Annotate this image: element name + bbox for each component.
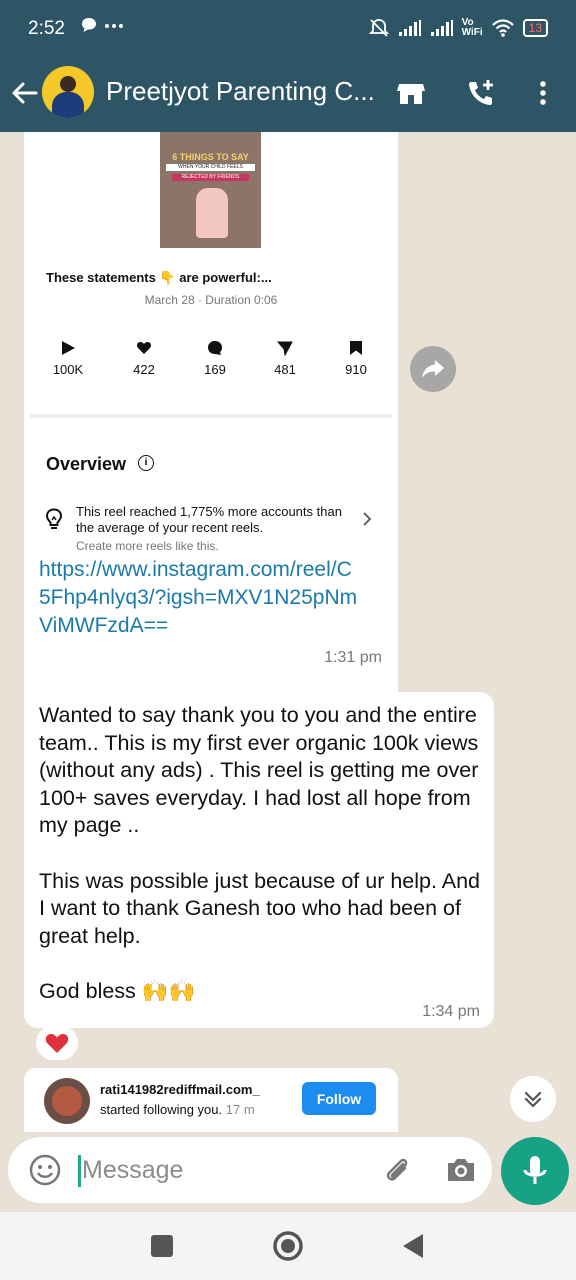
- attach-icon[interactable]: [380, 1153, 414, 1187]
- stat-saves: 910: [326, 340, 386, 377]
- forward-button[interactable]: [410, 346, 456, 392]
- add-call-icon[interactable]: [464, 76, 498, 110]
- home-circle-icon[interactable]: [272, 1230, 304, 1262]
- info-icon[interactable]: i: [138, 455, 154, 471]
- bookmark-icon: [350, 341, 362, 355]
- share-arrow-icon: [422, 360, 444, 378]
- vowifi-icon: Vo WiFi: [461, 17, 483, 38]
- system-nav-bar: [0, 1212, 576, 1280]
- back-triangle-icon[interactable]: [398, 1230, 430, 1262]
- composer: [8, 1137, 492, 1203]
- stat-comments: 169: [185, 340, 245, 377]
- signal-icon: [430, 20, 453, 36]
- voice-message-button[interactable]: [501, 1137, 569, 1205]
- message-time: 1:31 pm: [324, 649, 382, 666]
- chat-title[interactable]: Preetjyot Parenting C...: [106, 76, 381, 107]
- message-time: 1:34 pm: [422, 1003, 480, 1020]
- reel-thumbnail[interactable]: 6 THINGS TO SAY WHEN YOUR CHILD FEELS RE…: [160, 132, 261, 248]
- chat-bubble-icon: [82, 18, 96, 32]
- camera-icon[interactable]: [444, 1153, 478, 1187]
- lightbulb-icon: [45, 508, 63, 529]
- insight-text[interactable]: This reel reached 1,775% more accounts t…: [76, 504, 346, 536]
- text-message-bubble[interactable]: Wanted to say thank you to you and the e…: [24, 692, 494, 1028]
- mute-icon: [368, 19, 389, 37]
- message-text: Wanted to say thank you to you and the e…: [39, 703, 481, 1003]
- play-icon: [62, 341, 75, 355]
- wifi-icon: [491, 19, 514, 37]
- image-message-bubble[interactable]: rati141982rediffmail.com_ started follow…: [24, 1068, 398, 1132]
- heart-reaction-icon: [45, 1034, 69, 1053]
- signal-icon: [398, 20, 421, 36]
- send-icon: [277, 341, 293, 356]
- reel-caption: These statements 👇 are powerful:...: [46, 270, 272, 285]
- heart-icon: [136, 342, 152, 354]
- comment-icon: [208, 341, 222, 355]
- stat-likes: 422: [114, 340, 174, 377]
- stat-plays: 100K: [38, 340, 98, 377]
- status-bar: 2:52 Vo WiFi 13: [0, 0, 576, 58]
- contact-avatar[interactable]: [42, 66, 94, 118]
- reaction-badge[interactable]: [36, 1026, 78, 1060]
- back-arrow-icon[interactable]: [10, 78, 40, 108]
- recents-square-icon[interactable]: [146, 1230, 178, 1262]
- instagram-link[interactable]: https://www.instagram.com/reel/C5Fhp4nly…: [39, 556, 359, 640]
- chat-header: Preetjyot Parenting C...: [0, 58, 576, 132]
- battery-indicator: 13: [522, 19, 548, 37]
- follower-username: rati141982rediffmail.com_: [100, 1082, 260, 1097]
- divider: [30, 414, 392, 418]
- follow-action-text: started following you.: [100, 1102, 223, 1117]
- follow-button[interactable]: Follow: [302, 1082, 376, 1115]
- stat-shares: 481: [255, 340, 315, 377]
- follower-avatar: [44, 1078, 90, 1124]
- status-time: 2:52: [28, 18, 65, 39]
- more-vertical-icon[interactable]: [526, 76, 560, 110]
- scroll-to-bottom-button[interactable]: [510, 1076, 556, 1122]
- follow-time: 17 m: [225, 1102, 255, 1117]
- double-chevron-down-icon: [524, 1091, 542, 1108]
- more-dots-icon: [105, 24, 124, 28]
- insight-subtext: Create more reels like this.: [76, 539, 219, 553]
- reel-date-duration: March 28 · Duration 0:06: [144, 293, 278, 307]
- emoji-icon[interactable]: [28, 1153, 62, 1187]
- text-cursor: [78, 1155, 81, 1187]
- store-icon[interactable]: [394, 76, 428, 110]
- message-input[interactable]: [82, 1150, 372, 1190]
- mic-icon: [523, 1156, 547, 1184]
- chat-messages[interactable]: 6 THINGS TO SAY WHEN YOUR CHILD FEELS RE…: [0, 132, 576, 1212]
- chevron-right-icon[interactable]: [360, 512, 374, 526]
- overview-title: Overview: [46, 454, 127, 474]
